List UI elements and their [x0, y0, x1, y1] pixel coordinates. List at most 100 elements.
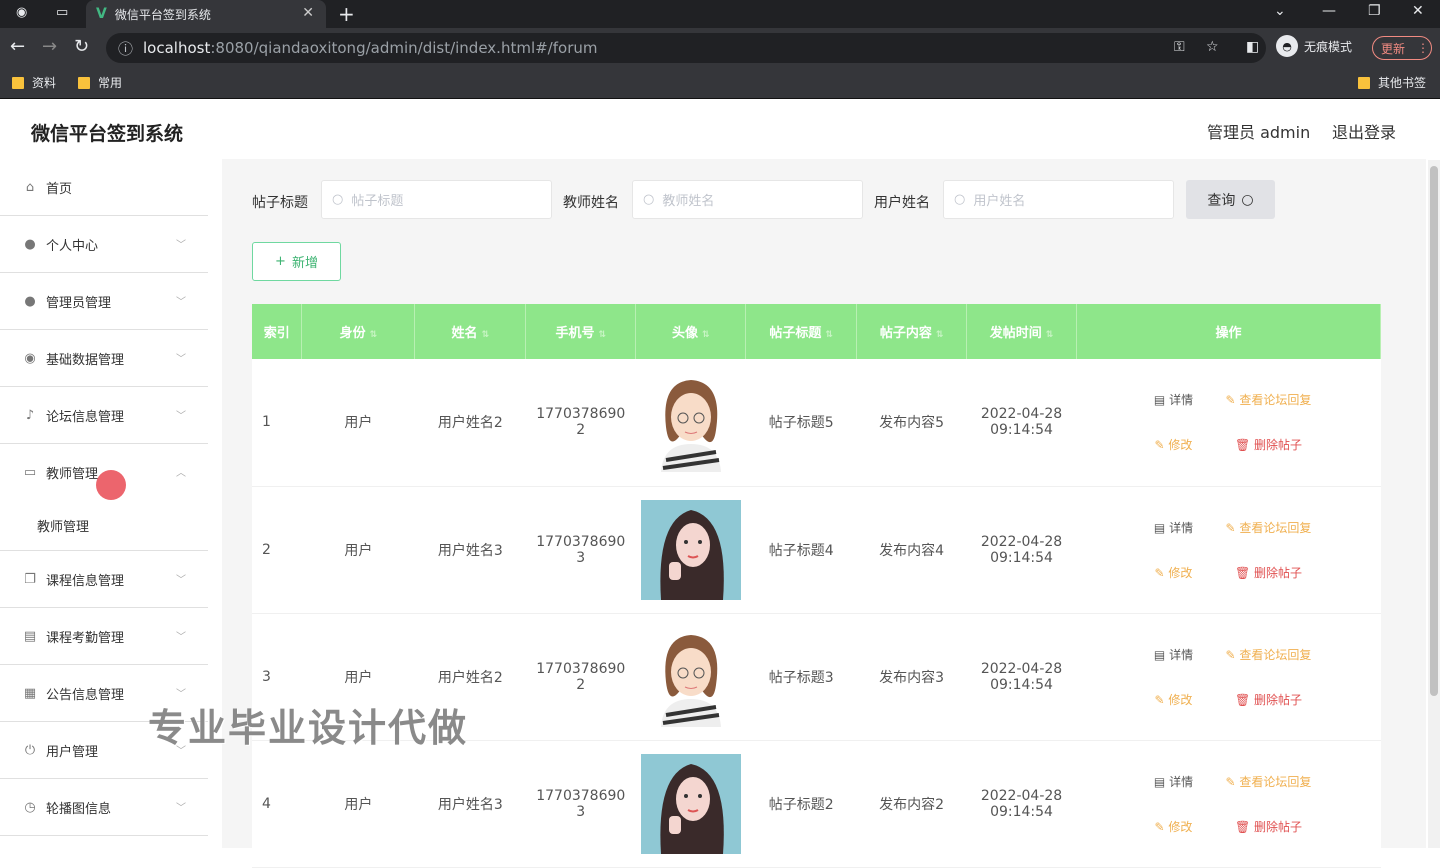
edit-label: 修改: [1168, 692, 1193, 707]
sidebar-item-basedata[interactable]: ◉ 基础数据管理 ﹀: [0, 330, 208, 387]
header-label: 手机号: [555, 326, 595, 341]
tab-search-icon[interactable]: ⌄: [1274, 3, 1286, 19]
sort-icon[interactable]: ⇅: [936, 330, 944, 340]
edit-button[interactable]: ✎ 修改: [1134, 564, 1214, 581]
cell-avatar: [635, 359, 746, 487]
key-icon[interactable]: ⚿: [1174, 39, 1185, 55]
sidebar-item-attendance[interactable]: ▤ 课程考勤管理 ﹀: [0, 608, 208, 665]
sort-icon[interactable]: ⇅: [702, 330, 710, 340]
browser-menu-icon[interactable]: ◉: [16, 5, 32, 21]
header-label: 帖子内容: [879, 326, 932, 341]
other-bookmarks[interactable]: 其他书签: [1358, 74, 1426, 91]
cell-post-title: 帖子标题3: [745, 613, 857, 741]
header-phone[interactable]: 手机号 ⇅: [525, 304, 637, 359]
sidebar-item-carousel[interactable]: ◷ 轮播图信息 ﹀: [0, 779, 208, 836]
sidebar-item-label: 管理员管理: [46, 295, 112, 311]
edit-button[interactable]: ✎ 修改: [1134, 436, 1214, 453]
info-icon[interactable]: ⓘ: [118, 38, 133, 59]
delete-button[interactable]: 🗑 删除帖子: [1214, 818, 1324, 835]
delete-button[interactable]: 🗑 删除帖子: [1214, 436, 1324, 453]
url-path: :8080/qiandaoxitong/admin/dist/index.htm…: [210, 39, 598, 57]
header-avatar[interactable]: 头像 ⇅: [635, 304, 747, 359]
window-icon[interactable]: ▭: [56, 5, 72, 21]
edit-icon: ✎: [1154, 438, 1169, 453]
sidebar-item-admins[interactable]: ● 管理员管理 ﹀: [0, 273, 208, 330]
add-button[interactable]: + 新增: [252, 242, 341, 281]
sort-icon[interactable]: ⇅: [1046, 330, 1054, 340]
cell-actions: ▤ 详情 ✎ 查看论坛回复 ✎ 修改 🗑 删除帖子: [1076, 359, 1381, 487]
incognito-indicator[interactable]: ◓ 无痕模式: [1276, 35, 1352, 57]
sidebar-item-label: 教师管理: [46, 467, 99, 482]
sidebar-icon[interactable]: ◧: [1246, 39, 1259, 55]
star-icon[interactable]: ☆: [1206, 39, 1219, 55]
sidebar-item-profile[interactable]: ● 个人中心 ﹀: [0, 216, 208, 273]
user-filter-input[interactable]: ○ 用户姓名: [943, 180, 1174, 219]
close-window-icon[interactable]: ✕: [1412, 3, 1424, 19]
close-tab-icon[interactable]: ✕: [302, 5, 314, 21]
sort-icon[interactable]: ⇅: [599, 330, 607, 340]
minimize-icon[interactable]: —: [1322, 3, 1336, 19]
detail-button[interactable]: ▤ 详情: [1134, 646, 1214, 663]
view-reply-button[interactable]: ✎ 查看论坛回复: [1214, 646, 1324, 663]
view-reply-button[interactable]: ✎ 查看论坛回复: [1214, 519, 1324, 536]
detail-button[interactable]: ▤ 详情: [1134, 391, 1214, 408]
power-icon: ⏻: [24, 742, 36, 758]
delete-label: 删除帖子: [1254, 565, 1303, 580]
url-input[interactable]: ⓘ localhost:8080/qiandaoxitong/admin/dis…: [106, 33, 1266, 63]
edit-button[interactable]: ✎ 修改: [1134, 818, 1214, 835]
restore-icon[interactable]: ❐: [1368, 3, 1381, 19]
post-time: 09:14:54: [990, 803, 1053, 820]
phone-line2: 2: [576, 676, 586, 693]
view-reply-button[interactable]: ✎ 查看论坛回复: [1214, 773, 1324, 790]
header-name[interactable]: 姓名 ⇅: [414, 304, 527, 359]
header-post-title[interactable]: 帖子标题 ⇅: [745, 304, 858, 359]
post-time: 09:14:54: [990, 676, 1053, 693]
submenu-teachers[interactable]: 教师管理: [0, 501, 208, 551]
header-post-content[interactable]: 帖子内容 ⇅: [856, 304, 968, 359]
header-label: 头像: [671, 326, 698, 341]
new-tab-icon[interactable]: +: [338, 2, 355, 26]
teacher-filter-input[interactable]: ○ 教师姓名: [632, 180, 863, 219]
phone-line2: 3: [576, 803, 586, 820]
view-reply-button[interactable]: ✎ 查看论坛回复: [1214, 391, 1324, 408]
delete-button[interactable]: 🗑 删除帖子: [1214, 691, 1324, 708]
header-label: 帖子标题: [769, 326, 822, 341]
delete-label: 删除帖子: [1254, 438, 1303, 453]
sidebar-item-label: 公告信息管理: [46, 687, 125, 703]
forward-icon[interactable]: →: [42, 36, 57, 57]
chevron-down-icon: ﹀: [176, 632, 186, 643]
browser-tab[interactable]: V 微信平台签到系统 ✕: [86, 0, 326, 28]
sidebar-item-label: 轮播图信息: [46, 801, 112, 817]
sort-icon[interactable]: ⇅: [482, 330, 490, 340]
detail-button[interactable]: ▤ 详情: [1134, 519, 1214, 536]
sidebar-item-courses[interactable]: ❐ 课程信息管理 ﹀: [0, 551, 208, 608]
scrollbar[interactable]: [1428, 160, 1440, 848]
logout-link[interactable]: 退出登录: [1332, 119, 1396, 143]
back-icon[interactable]: ←: [10, 36, 25, 57]
query-button[interactable]: 查询 ○: [1186, 180, 1275, 219]
scrollbar-thumb[interactable]: [1430, 166, 1438, 696]
sort-icon[interactable]: ⇅: [370, 330, 378, 340]
header-role[interactable]: 身份 ⇅: [301, 304, 416, 359]
pin-icon: ◉: [24, 350, 36, 366]
cell-post-time: 2022-04-28 09:14:54: [966, 486, 1077, 614]
delete-button[interactable]: 🗑 删除帖子: [1214, 564, 1324, 581]
edit-icon: ✎: [1225, 393, 1240, 408]
title-filter-input[interactable]: ○ 帖子标题: [321, 180, 552, 219]
bookmark-folder[interactable]: 资料: [12, 74, 56, 91]
edit-button[interactable]: ✎ 修改: [1134, 691, 1214, 708]
folder-icon: [12, 76, 24, 89]
add-label: 新增: [291, 256, 318, 271]
sidebar-item-home[interactable]: ⌂ 首页: [0, 159, 208, 216]
bookmark-folder[interactable]: 常用: [78, 74, 122, 91]
header-index[interactable]: 索引: [252, 304, 303, 359]
header-post-time[interactable]: 发帖时间 ⇅: [966, 304, 1077, 359]
sidebar-item-forum[interactable]: ♪ 论坛信息管理 ﹀: [0, 387, 208, 444]
sort-icon[interactable]: ⇅: [825, 330, 833, 340]
view-reply-label: 查看论坛回复: [1239, 520, 1312, 535]
update-button[interactable]: 更新 ⋮: [1372, 36, 1432, 60]
detail-button[interactable]: ▤ 详情: [1134, 773, 1214, 790]
reload-icon[interactable]: ↻: [74, 36, 89, 57]
search-icon: ○: [954, 192, 966, 207]
cell-post-content: 发布内容3: [856, 613, 967, 741]
